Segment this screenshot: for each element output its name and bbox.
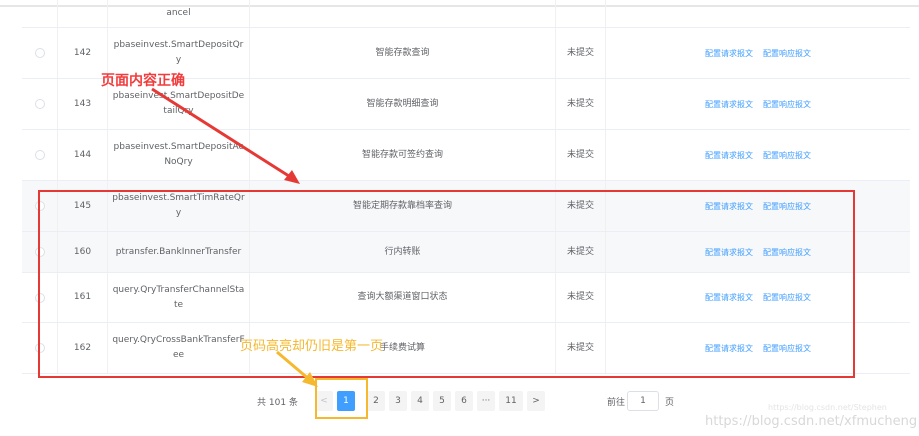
annotation-arrows: [151, 87, 318, 387]
red-arrow: [151, 87, 293, 180]
annotation-wrong-page: 页码高亮却仍旧是第一页: [240, 339, 384, 354]
watermark-small: https://blog.csdn.net/Stephen: [768, 403, 887, 412]
orange-arrow: [276, 350, 311, 382]
red-arrowhead: [284, 170, 300, 184]
watermark-large: https://blog.csdn.net/xfmucheng: [705, 414, 918, 429]
annotation-correct: 页面内容正确: [101, 73, 185, 89]
